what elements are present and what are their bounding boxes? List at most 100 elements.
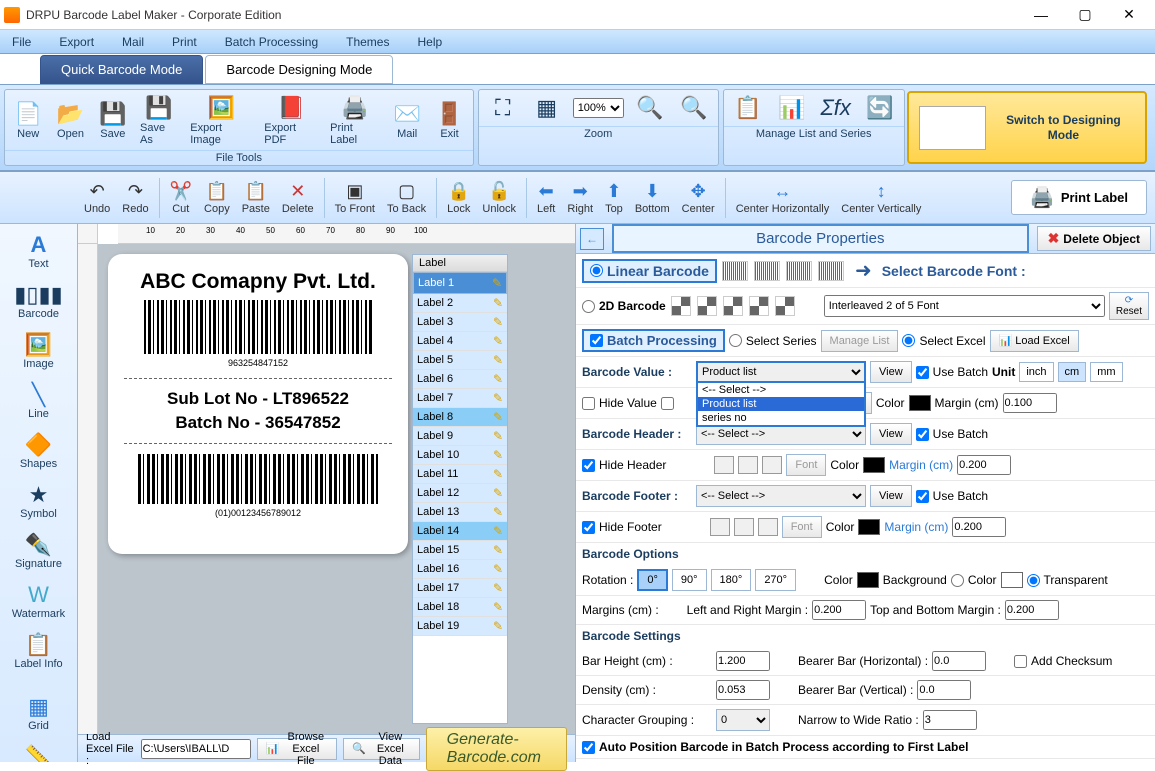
refresh-button[interactable]: 🔄 (858, 92, 902, 124)
label-list-row[interactable]: Label 13✎ (413, 503, 507, 522)
barcode-font-select[interactable]: Interleaved 2 of 5 Font (824, 295, 1105, 317)
fx-button[interactable]: Σfx (814, 92, 858, 124)
align-right-button[interactable]: ➡Right (561, 179, 599, 217)
close-button[interactable]: ✕ (1107, 1, 1151, 29)
align-center-button[interactable]: ✥Center (676, 179, 721, 217)
new-button[interactable]: 📄New (7, 98, 49, 142)
redo-button[interactable]: ↷Redo (116, 179, 154, 217)
dd-option-select[interactable]: <-- Select --> (698, 383, 864, 397)
hide-header-check[interactable]: Hide Header (582, 458, 666, 472)
align-left-icon[interactable] (714, 456, 734, 474)
to-front-button[interactable]: ▣To Front (329, 179, 381, 217)
delete-object-button[interactable]: ✖Delete Object (1037, 226, 1151, 251)
zoom-actual-button[interactable]: ▦ (525, 92, 569, 124)
sidebar-signature[interactable]: ✒️Signature (7, 528, 71, 574)
print-label-big-button[interactable]: 🖨️Print Label (1011, 180, 1147, 215)
auto-position-check[interactable]: Auto Position Barcode in Batch Process a… (582, 740, 968, 754)
value-margin-input[interactable] (1003, 393, 1057, 413)
select-excel-radio[interactable]: Select Excel (902, 334, 985, 348)
sidebar-barcode[interactable]: ▮▯▮▮Barcode (7, 278, 71, 324)
label-list-row[interactable]: Label 8✎ (413, 408, 507, 427)
view-excel-button[interactable]: 🔍View Excel Data (343, 738, 419, 760)
sidebar-symbol[interactable]: ★Symbol (7, 478, 71, 524)
sidebar-watermark[interactable]: WWatermark (7, 578, 71, 624)
hide-footer-check[interactable]: Hide Footer (582, 520, 662, 534)
browse-excel-button[interactable]: 📊Browse Excel File (257, 738, 338, 760)
export-image-button[interactable]: 🖼️Export Image (184, 92, 258, 148)
menu-export[interactable]: Export (51, 33, 102, 51)
label-list-row[interactable]: Label 5✎ (413, 351, 507, 370)
unit-mm[interactable]: mm (1090, 362, 1122, 382)
view-footer-button[interactable]: View (870, 485, 912, 507)
undo-button[interactable]: ↶Undo (78, 179, 116, 217)
hide-value-check[interactable]: Hide Value (582, 396, 657, 410)
rot-0[interactable]: 0° (637, 569, 668, 591)
label-list-row[interactable]: Label 9✎ (413, 427, 507, 446)
lock-button[interactable]: 🔒Lock (441, 179, 476, 217)
series-button[interactable]: 📊 (770, 92, 814, 124)
2d-barcode-radio[interactable]: 2D Barcode (582, 299, 666, 313)
bearer-h-input[interactable] (932, 651, 986, 671)
label-list-row[interactable]: Label 17✎ (413, 579, 507, 598)
label-list-row[interactable]: Label 18✎ (413, 598, 507, 617)
export-pdf-button[interactable]: 📕Export PDF (258, 92, 324, 148)
load-excel-button[interactable]: 📊 Load Excel (990, 330, 1079, 352)
footer-margin-input[interactable] (952, 517, 1006, 537)
view-value-button[interactable]: View (870, 361, 912, 383)
header-margin-input[interactable] (957, 455, 1011, 475)
label-list-row[interactable]: Label 14✎ (413, 522, 507, 541)
sidebar-labelinfo[interactable]: 📋Label Info (7, 628, 71, 674)
rot-270[interactable]: 270° (755, 569, 796, 591)
footer-color-picker[interactable] (858, 519, 880, 535)
bg-transparent-radio[interactable]: Transparent (1027, 573, 1108, 587)
dd-option-product[interactable]: Product list (698, 397, 864, 411)
label-list-row[interactable]: Label 6✎ (413, 370, 507, 389)
to-back-button[interactable]: ▢To Back (381, 179, 432, 217)
reset-button[interactable]: ⟳Reset (1109, 292, 1149, 320)
align-top-button[interactable]: ⬆Top (599, 179, 629, 217)
delete-button[interactable]: ✕Delete (276, 179, 320, 217)
copy-button[interactable]: 📋Copy (198, 179, 236, 217)
menu-file[interactable]: File (4, 33, 39, 51)
select-series-radio[interactable]: Select Series (729, 334, 817, 348)
bg-color-radio[interactable]: Color (951, 573, 997, 587)
lr-margin-input[interactable] (812, 600, 866, 620)
switch-mode-button[interactable]: Switch to Designing Mode (907, 91, 1147, 164)
save-button[interactable]: 💾Save (92, 98, 134, 142)
align-right-icon[interactable] (762, 456, 782, 474)
label-list-row[interactable]: Label 7✎ (413, 389, 507, 408)
tab-designing-mode[interactable]: Barcode Designing Mode (205, 55, 393, 84)
density-input[interactable] (716, 680, 770, 700)
header-font-button[interactable]: Font (786, 454, 826, 476)
batch-processing-check[interactable]: Batch Processing (582, 329, 725, 352)
paste-button[interactable]: 📋Paste (236, 179, 276, 217)
nwr-input[interactable] (923, 710, 977, 730)
barcode-color-picker[interactable] (857, 572, 879, 588)
back-button[interactable]: ← (580, 228, 604, 250)
tb-margin-input[interactable] (1005, 600, 1059, 620)
align-bottom-button[interactable]: ⬇Bottom (629, 179, 676, 217)
use-batch-value-check[interactable]: Use Batch (916, 365, 988, 379)
bearer-v-input[interactable] (917, 680, 971, 700)
footer-select[interactable]: <-- Select --> (696, 485, 866, 507)
list-button[interactable]: 📋 (726, 92, 770, 124)
zoom-fit-button[interactable]: ⛶ (481, 92, 525, 124)
minimize-button[interactable]: — (1019, 1, 1063, 29)
sidebar-line[interactable]: ╲Line (7, 378, 71, 424)
mail-button[interactable]: ✉️Mail (386, 98, 428, 142)
menu-themes[interactable]: Themes (338, 33, 397, 51)
label-list-row[interactable]: Label 19✎ (413, 617, 507, 636)
zoom-out-button[interactable]: 🔍 (672, 92, 716, 124)
label-list-row[interactable]: Label 15✎ (413, 541, 507, 560)
label-preview[interactable]: ABC Comapny Pvt. Ltd. 963254847152 Sub L… (108, 254, 408, 554)
unit-cm[interactable]: cm (1058, 362, 1087, 382)
open-button[interactable]: 📂Open (49, 98, 91, 142)
rot-90[interactable]: 90° (672, 569, 707, 591)
bar-height-input[interactable] (716, 651, 770, 671)
unlock-button[interactable]: 🔓Unlock (476, 179, 522, 217)
zoom-in-button[interactable]: 🔍 (628, 92, 672, 124)
print-label-button[interactable]: 🖨️Print Label (324, 92, 386, 148)
unit-inch[interactable]: inch (1019, 362, 1053, 382)
sidebar-ruler[interactable]: 📏Ruler (7, 740, 71, 762)
center-v-button[interactable]: ↕Center Vertically (835, 179, 927, 217)
